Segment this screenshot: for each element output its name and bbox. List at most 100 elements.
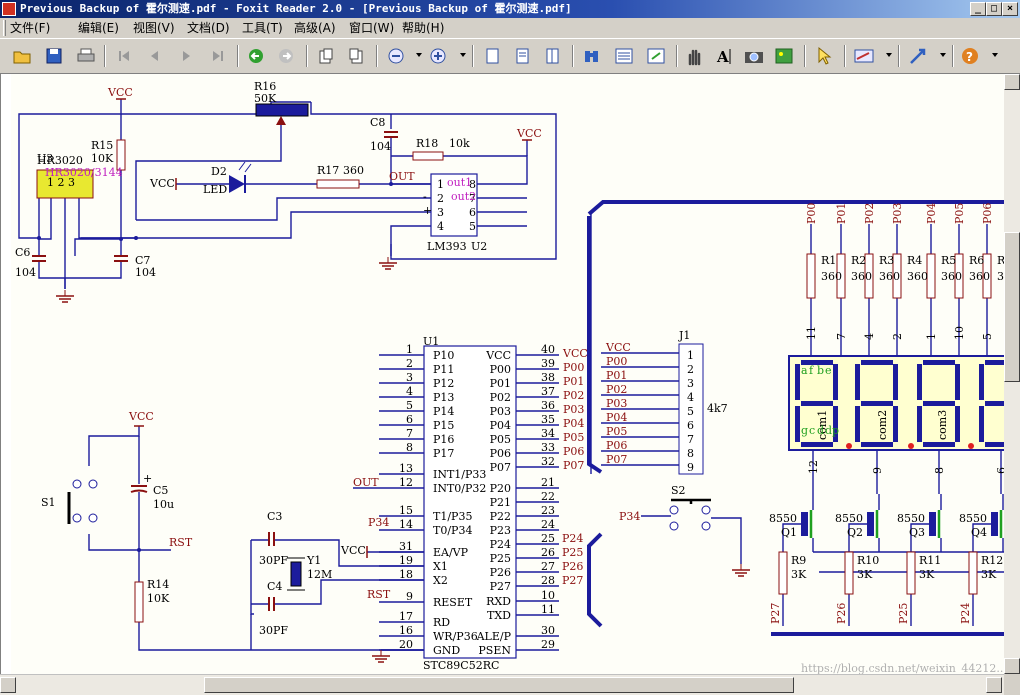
transistor-ref: Q3	[909, 526, 925, 539]
fit-icon[interactable]	[644, 45, 668, 67]
transistor-ref: Q4	[971, 526, 987, 539]
image-icon[interactable]	[772, 45, 796, 67]
u1-right-pin-name: P27	[490, 580, 511, 593]
help-icon[interactable]: ?	[958, 45, 982, 67]
u1-right-pin-num: 10	[541, 589, 555, 602]
menu-file[interactable]: 文件(F)	[10, 20, 50, 36]
facing-icon[interactable]	[540, 45, 564, 67]
p2-bus-line	[587, 532, 603, 628]
menu-window[interactable]: 窗口(W)	[349, 20, 394, 36]
u1-left-pin-name: T1/P35	[433, 510, 472, 523]
wire	[39, 198, 52, 240]
bus-line	[587, 200, 1004, 216]
rst-label: RST	[367, 588, 391, 601]
scroll-right-button[interactable]	[986, 677, 1002, 693]
u1-right-pin-name: P21	[490, 496, 511, 509]
seg-pin-num: 7	[835, 333, 848, 340]
seg-pin-num: 11	[805, 326, 818, 340]
u1-left-pin-num: 17	[399, 610, 413, 623]
segment	[861, 360, 893, 365]
lm393-out2: out2	[451, 190, 476, 203]
snapshot-icon[interactable]	[742, 45, 766, 67]
u1-right-pin-num: 24	[541, 518, 555, 531]
u1-left-pin-name: INT0/P32	[433, 482, 486, 495]
text-select-icon[interactable]: A	[712, 45, 736, 67]
zoom-out-icon[interactable]	[384, 45, 408, 67]
s1-contact	[88, 479, 98, 489]
continuous-icon[interactable]	[510, 45, 534, 67]
single-page-icon[interactable]	[480, 45, 504, 67]
transistor-part: 8550	[835, 512, 863, 525]
vertical-scroll-thumb[interactable]	[1004, 232, 1020, 382]
decimal-point-dot	[968, 443, 974, 449]
menu-view[interactable]: 视图(V)	[133, 20, 175, 36]
annotation-icon[interactable]	[852, 45, 876, 67]
back-icon[interactable]	[244, 45, 268, 67]
hand-tool-icon[interactable]	[682, 45, 706, 67]
u1-right-pin-num: 23	[541, 504, 555, 517]
junction-dot	[119, 237, 123, 241]
menu-edit[interactable]: 编辑(E)	[78, 20, 119, 36]
u1-left-pin-num: 14	[399, 518, 413, 531]
bookmark-icon[interactable]	[612, 45, 636, 67]
r16-value: 50K	[254, 92, 277, 105]
p34-label: P34	[368, 516, 389, 529]
vcc-label: VCC	[107, 86, 133, 99]
seg-res-ref: R2	[851, 254, 866, 267]
last-page-icon[interactable]	[206, 45, 230, 67]
u1-right-pin-num: 27	[541, 560, 555, 573]
menu-help[interactable]: 帮助(H)	[402, 20, 444, 36]
minimize-button[interactable]: _	[970, 2, 986, 16]
scroll-down-button[interactable]	[1004, 658, 1020, 674]
open-icon[interactable]	[10, 45, 34, 67]
select-arrow-icon[interactable]	[812, 45, 836, 67]
prev-page-icon[interactable]	[143, 45, 167, 67]
u1-right-pin-num: 33	[541, 441, 555, 454]
scroll-left-button[interactable]	[0, 677, 16, 693]
c5-plate-2	[130, 489, 148, 493]
junction-dot	[137, 548, 141, 552]
bus-in-label: P07	[606, 453, 627, 466]
r16-potentiometer	[255, 103, 309, 117]
scroll-up-button[interactable]	[1004, 74, 1020, 90]
horizontal-scroll-thumb[interactable]	[204, 677, 794, 693]
rotate-left-icon[interactable]	[314, 45, 338, 67]
base-res-ref: R12	[981, 554, 1003, 567]
lm393-pin-left: 3	[437, 206, 444, 219]
close-button[interactable]: ×	[1002, 2, 1018, 16]
c5-value: 10u	[153, 498, 174, 511]
find-icon[interactable]	[580, 45, 604, 67]
forward-icon[interactable]	[274, 45, 298, 67]
c6-value: 104	[15, 266, 36, 279]
transistor-ref: Q2	[847, 526, 863, 539]
u1-right-pin-num: 30	[541, 624, 555, 637]
save-icon[interactable]	[42, 45, 66, 67]
maximize-button[interactable]: □	[986, 2, 1002, 16]
menu-bar: 文件(F) 编辑(E) 视图(V) 文档(D) 工具(T) 高级(A) 窗口(W…	[0, 18, 1020, 38]
base-res-value: 3K	[857, 568, 873, 581]
menu-tools[interactable]: 工具(T)	[242, 20, 283, 36]
menu-advanced[interactable]: 高级(A)	[294, 20, 336, 36]
document-viewport[interactable]: VCC R15 10K R16 50K C8 104 R18 10k VCC VCC D2 LED R17…	[0, 74, 1004, 674]
link-icon[interactable]	[906, 45, 930, 67]
bus-out-label: VCC	[562, 347, 588, 360]
vcc-label-3: VCC	[149, 177, 175, 190]
horizontal-scrollbar[interactable]	[0, 674, 1004, 695]
u1-left-pin-num: 8	[406, 441, 413, 454]
u1-left-pin-num: 5	[406, 399, 413, 412]
menu-document[interactable]: 文档(D)	[187, 20, 230, 36]
segment	[917, 364, 922, 400]
vertical-scrollbar[interactable]	[1004, 74, 1020, 674]
u1-right-pin-num: 21	[541, 476, 555, 489]
next-page-icon[interactable]	[174, 45, 198, 67]
zoom-in-icon[interactable]	[426, 45, 450, 67]
window-title: Previous Backup of 霍尔测速.pdf - Foxit Read…	[20, 2, 572, 15]
seg-net-label: P02	[863, 203, 876, 224]
c6-ref: C6	[15, 246, 30, 259]
print-icon[interactable]	[74, 45, 98, 67]
base-resistor	[844, 551, 854, 595]
first-page-icon[interactable]	[112, 45, 136, 67]
rotate-right-icon[interactable]	[344, 45, 368, 67]
j1-pin: 5	[687, 405, 694, 418]
seg-res-value: 360	[907, 270, 928, 283]
